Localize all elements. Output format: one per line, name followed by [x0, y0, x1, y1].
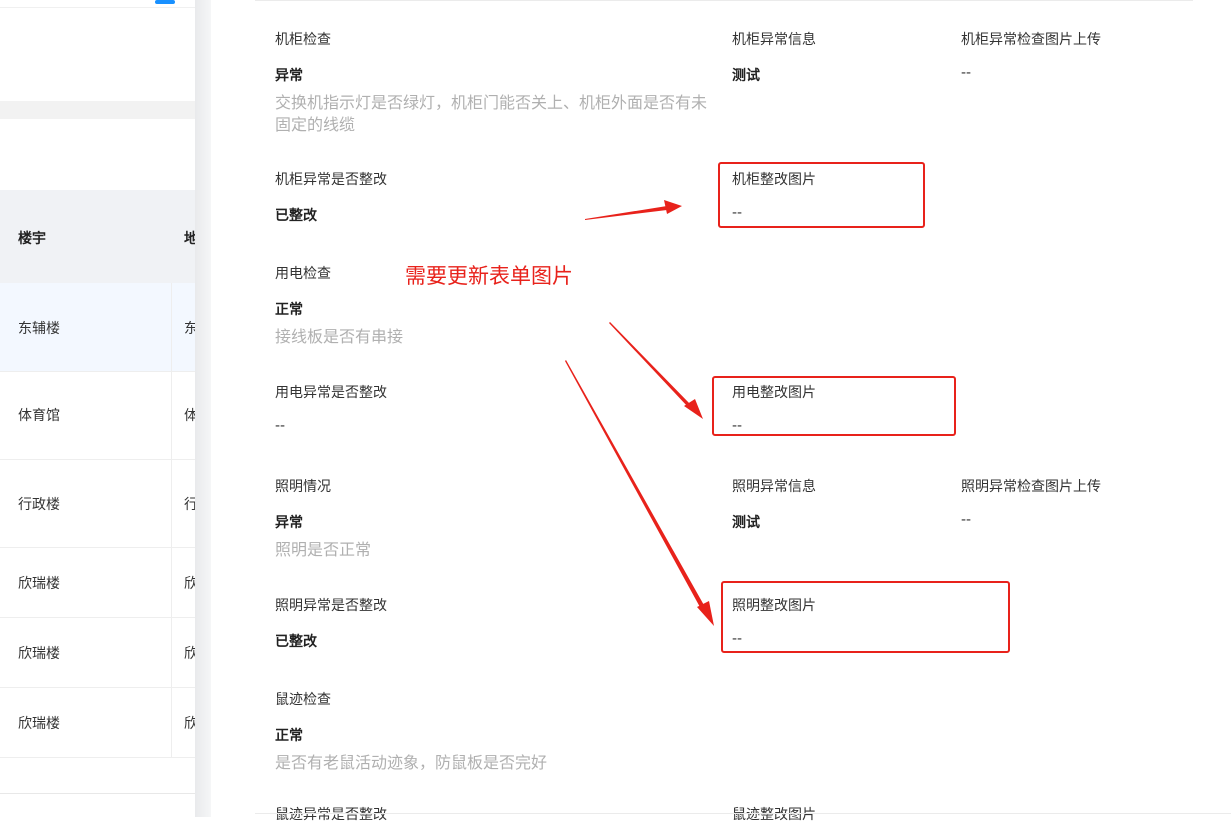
cell-divider [171, 548, 172, 617]
cell-divider [171, 618, 172, 687]
cabinet-abnormal-info-label: 机柜异常信息 [732, 32, 816, 48]
annotation-box-power [712, 376, 956, 436]
table-row[interactable]: 欣瑞楼 欣 [0, 618, 195, 688]
lighting-fixed-value: 已整改 [275, 634, 317, 650]
cell-address: 欣 [184, 576, 195, 592]
cabinet-abnormal-image-value: -- [961, 65, 972, 81]
rodent-fixed-label: 鼠迹异常是否整改 [275, 807, 387, 823]
cabinet-fixed-label: 机柜异常是否整改 [275, 172, 387, 188]
cell-divider [171, 688, 172, 757]
section-separator [0, 101, 195, 119]
power-fixed-value: -- [275, 418, 286, 434]
lighting-abnormal-info-label: 照明异常信息 [732, 479, 816, 495]
column-header-address[interactable]: 地 [184, 228, 195, 248]
rodent-fix-image-label: 鼠迹整改图片 [732, 807, 816, 823]
drawer-shadow [195, 0, 211, 817]
cabinet-abnormal-info-value: 测试 [732, 68, 760, 84]
divider [0, 7, 195, 8]
background-page: 楼宇 地 东辅楼 东 体育馆 体 行政楼 行 欣瑞楼 欣 欣瑞楼 欣 欣瑞楼 欣 [0, 0, 195, 817]
lighting-abnormal-info-value: 测试 [732, 515, 760, 531]
table-row[interactable]: 欣瑞楼 欣 [0, 688, 195, 758]
divider [255, 0, 1193, 1]
cell-building: 欣瑞楼 [18, 646, 60, 662]
power-check-desc: 接线板是否有串接 [275, 327, 404, 346]
annotation-text: 需要更新表单图片 [405, 264, 573, 288]
cell-building: 体育馆 [18, 408, 60, 424]
cabinet-check-desc: 交换机指示灯是否绿灯，机柜门能否关上、机柜外面是否有未固定的线缆 [275, 93, 708, 134]
rodent-check-value: 正常 [275, 728, 303, 744]
cell-address: 东 [184, 321, 195, 337]
lighting-check-desc: 照明是否正常 [275, 540, 372, 559]
power-fixed-label: 用电异常是否整改 [275, 385, 387, 401]
divider [255, 813, 1231, 814]
power-check-value: 正常 [275, 302, 303, 318]
cell-building: 行政楼 [18, 497, 60, 513]
table-row[interactable]: 体育馆 体 [0, 372, 195, 460]
lighting-abnormal-image-label: 照明异常检查图片上传 [961, 479, 1101, 495]
table-row[interactable]: 东辅楼 东 [0, 283, 195, 372]
annotation-box-lighting [721, 581, 1010, 653]
power-check-label: 用电检查 [275, 266, 331, 282]
lighting-check-value: 异常 [275, 515, 303, 531]
cell-address: 行 [184, 497, 195, 513]
cell-building: 东辅楼 [18, 321, 60, 337]
rodent-check-label: 鼠迹检查 [275, 692, 331, 708]
cell-address: 体 [184, 408, 195, 424]
cabinet-check-value: 异常 [275, 68, 303, 84]
cell-divider [171, 372, 172, 459]
cell-building: 欣瑞楼 [18, 716, 60, 732]
cell-divider [171, 283, 172, 371]
cell-address: 欣 [184, 646, 195, 662]
active-tab-indicator [155, 0, 175, 4]
lighting-abnormal-image-value: -- [961, 512, 972, 528]
cell-address: 欣 [184, 716, 195, 732]
table-row[interactable]: 欣瑞楼 欣 [0, 548, 195, 618]
cabinet-fixed-value: 已整改 [275, 208, 317, 224]
cell-divider [171, 460, 172, 547]
cabinet-abnormal-image-label: 机柜异常检查图片上传 [961, 32, 1101, 48]
rodent-check-desc: 是否有老鼠活动迹象，防鼠板是否完好 [275, 753, 548, 772]
divider [0, 793, 195, 794]
cell-building: 欣瑞楼 [18, 576, 60, 592]
cabinet-check-label: 机柜检查 [275, 32, 331, 48]
annotation-box-cabinet [718, 162, 925, 228]
table-row[interactable]: 行政楼 行 [0, 460, 195, 548]
lighting-fixed-label: 照明异常是否整改 [275, 598, 387, 614]
column-header-building[interactable]: 楼宇 [18, 228, 46, 248]
lighting-check-label: 照明情况 [275, 479, 331, 495]
